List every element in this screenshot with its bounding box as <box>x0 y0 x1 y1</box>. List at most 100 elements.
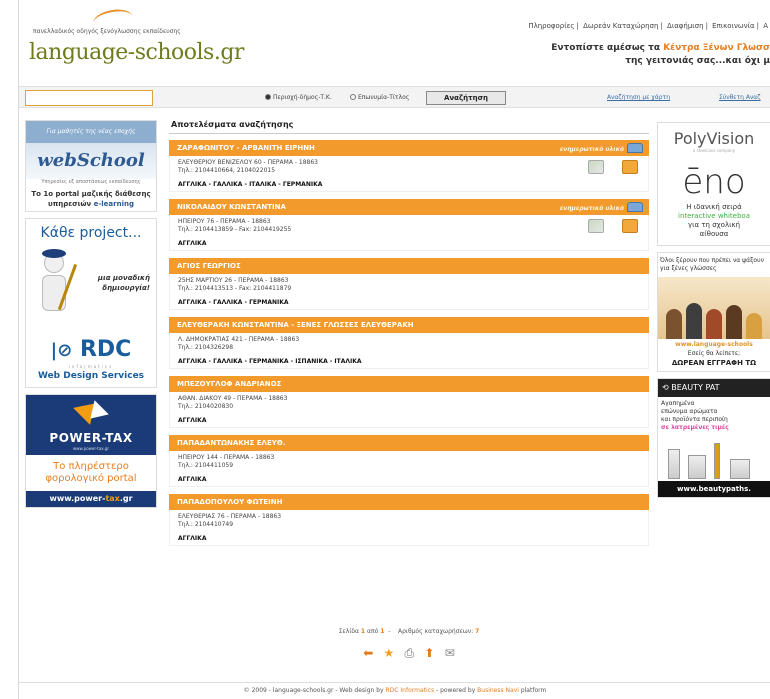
result-address: ΗΠΕΙΡΟΥ 144 - ΠΕΡΑΜΑ - 18863 <box>178 454 275 461</box>
ls-question: Εσείς θα λείπετε; <box>687 350 741 357</box>
pager-count: 7 <box>475 628 480 635</box>
webschool-top: Για μαθητές της νέας εποχής <box>26 121 156 143</box>
result-name[interactable]: ΠΑΠΑΔΑΝΤΩΝΑΚΗΣ ΕΛΕΥΘ. <box>177 439 285 447</box>
powertax-bottom: www.power-tax.gr <box>26 491 156 507</box>
up-arrow-icon[interactable]: ⬆ <box>424 646 434 660</box>
favorite-star-icon[interactable]: ★ <box>384 646 395 660</box>
result-name[interactable]: ΖΑΡΑΦΩΝΙΤΟΥ - ΑΡΒΑΝΙΤΗ ΕΙΡΗΝΗ <box>177 144 315 152</box>
ls-banner-text: Όλοι ξέρουν που πρέπει να ψάξουν για ξέν… <box>660 257 764 272</box>
result-body: ΑΘΑΝ. ΔΙΑΚΟΥ 49 - ΠΕΡΑΜΑ - 18863 Τηλ.: 2… <box>169 392 649 428</box>
result-header[interactable]: ΜΠΕΖΟΥΓΛΟΦ ΑΝΔΡΙΑΝΟΣ <box>169 376 649 392</box>
powertax-top: POWER-TAX www.power-tax.gr <box>26 395 156 455</box>
beautypaths-title: ⟲ BEAUTY PAT <box>658 379 770 397</box>
result-header[interactable]: ΝΙΚΟΛΑΙΔΟΥ ΚΩΝΣΤΑΝΤΙΝΑ ενημερωτικό υλικό <box>169 199 649 215</box>
rdc-text: Web Design Services <box>37 371 145 381</box>
radio-area[interactable]: Περιοχή-δήμος-Τ.Κ. <box>265 94 332 101</box>
result-header[interactable]: ΑΓΙΟΣ ΓΕΩΡΓΙΟΣ <box>169 258 649 274</box>
beautypaths-url: www.beautypaths. <box>658 481 770 497</box>
result-languages: ΑΓΓΛΙΚΑ <box>178 476 207 483</box>
top-link-free-listing[interactable]: Δωρεάν Καταχώρηση <box>583 22 658 30</box>
footer-business-navi-link[interactable]: Business Navi <box>477 687 519 694</box>
result-address: ΑΘΑΝ. ΔΙΑΚΟΥ 49 - ΠΕΡΑΜΑ - 18863 <box>178 395 288 402</box>
print-icon[interactable]: ⎙ <box>405 646 415 661</box>
result-name[interactable]: ΝΙΚΟΛΑΙΔΟΥ ΚΩΝΣΤΑΝΤΙΝΑ <box>177 203 286 211</box>
map-search-link[interactable]: Αναζήτηση με χάρτη <box>607 94 670 101</box>
footer-rdc-link[interactable]: RDC Informatics <box>386 687 435 694</box>
polyvision-text-1: Η ιδανική σειρά <box>686 203 742 211</box>
result-phone: Τηλ.: 2104326298 <box>178 344 234 351</box>
send-email-icon[interactable]: ✉ <box>445 646 455 660</box>
webschool-text: Το 1ο portal μαζικής διάθεσης υπηρεσιών … <box>26 187 156 211</box>
ls-url: www.language-schools <box>675 341 753 348</box>
result-header[interactable]: ΖΑΡΑΦΩΝΙΤΟΥ - ΑΡΒΑΝΙΤΗ ΕΙΡΗΝΗ ενημερωτικό… <box>169 140 649 156</box>
powertax-banner[interactable]: POWER-TAX www.power-tax.gr Το πληρέστερο… <box>25 394 157 508</box>
perfume-bottle-icon <box>688 455 706 479</box>
result-body: ΗΠΕΙΡΟΥ 76 - ΠΕΡΑΜΑ - 18863 Τηλ.: 210441… <box>169 215 649 251</box>
radio-area-label: Περιοχή-δήμος-Τ.Κ. <box>273 94 332 101</box>
chat-icon[interactable] <box>622 219 638 233</box>
pager-total-pages: 1 <box>380 628 385 635</box>
left-banners: Για μαθητές της νέας εποχής webSchool Υπ… <box>25 120 157 514</box>
result-header[interactable]: ΠΑΠΑΔΑΝΤΩΝΑΚΗΣ ΕΛΕΥΘ. <box>169 435 649 451</box>
language-schools-banner[interactable]: Όλοι ξέρουν που πρέπει να ψάξουν για ξέν… <box>657 252 770 372</box>
radio-unselected-icon[interactable] <box>350 94 356 100</box>
result-address: ΕΛΕΥΘΕΡΙΑΣ 76 - ΠΕΡΑΜΑ - 18863 <box>178 513 282 520</box>
powertax-text: Το πληρέστερο φορολογικό portal <box>26 455 156 491</box>
webschool-banner[interactable]: Για μαθητές της νέας εποχής webSchool Υπ… <box>25 120 157 212</box>
result-languages: ΑΓΓΛΙΚΑ <box>178 417 207 424</box>
result-header[interactable]: ΠΑΠΑΔΟΠΟΥΛΟΥ ΦΩΤΕΙΝΗ <box>169 494 649 510</box>
project-msg-1: μια μοναδική <box>97 274 150 282</box>
search-input[interactable] <box>25 90 153 106</box>
chat-icon[interactable] <box>622 160 638 174</box>
powertax-url: www.power-tax.gr <box>72 446 110 451</box>
radio-name-label: Επωνυμία-Τίτλος <box>358 94 410 101</box>
radio-selected-icon[interactable] <box>265 94 271 100</box>
pager-of-label: από <box>367 628 379 635</box>
result-body: Λ. ΔΗΜΟΚΡΑΤΙΑΣ 421 - ΠΕΡΑΜΑ - 18863 Τηλ.… <box>169 333 649 369</box>
webschool-text-3: e-learning <box>93 200 134 208</box>
result-name[interactable]: ΕΛΕΥΘΕΡΑΚΗ ΚΩΝΣΤΑΝΤΙΝΑ - ΞΕΝΕΣ ΓΛΩΣΣΕΣ Ε… <box>177 321 414 329</box>
polyvision-banner[interactable]: PolyVision a steelcase company ēno Η ιδα… <box>657 122 770 246</box>
beautypaths-banner[interactable]: ⟲ BEAUTY PAT Αγαπημένα επώνυμα αρώματα κ… <box>657 378 770 498</box>
site-logo[interactable]: language-schools.gr <box>29 40 244 65</box>
result-item: ΑΓΙΟΣ ΓΕΩΡΓΙΟΣ 25ΗΣ ΜΑΡΤΙΟΥ 26 - ΠΕΡΑΜΑ … <box>169 258 649 310</box>
map-icon[interactable] <box>588 160 604 174</box>
top-link-cut[interactable]: Α <box>763 22 768 30</box>
results-title: Αποτελέσματα αναζήτησης <box>169 120 649 134</box>
bp-text-3: και προϊόντα περιποίη <box>661 416 728 423</box>
bp-text-2: επώνυμα αρώματα <box>661 408 718 415</box>
webschool-sub: Υπηρεσίες εξ αποστάσεως εκπαίδευσης <box>41 179 141 185</box>
result-languages: ΑΓΓΛΙΚΑ - ΓΑΛΛΙΚΑ - ΙΤΑΛΙΚΑ - ΓΕΡΜΑΝΙΚΑ <box>178 181 323 188</box>
top-link-contact[interactable]: Επικοινωνία <box>712 22 754 30</box>
project-banner[interactable]: Κάθε project... μια μοναδική δημιουργία!… <box>25 218 157 388</box>
pager-current-page[interactable]: 1 <box>361 628 365 635</box>
top-link-info[interactable]: Πληροφορίες <box>528 22 574 30</box>
beautypaths-title-text: BEAUTY PAT <box>671 383 720 392</box>
book-icon <box>627 143 643 153</box>
lipstick-icon <box>714 443 720 479</box>
back-arrow-icon[interactable]: ⬅ <box>363 646 373 660</box>
result-header[interactable]: ΕΛΕΥΘΕΡΑΚΗ ΚΩΝΣΤΑΝΤΙΝΑ - ΞΕΝΕΣ ΓΛΩΣΣΕΣ Ε… <box>169 317 649 333</box>
result-item: ΠΑΠΑΔΑΝΤΩΝΑΚΗΣ ΕΛΕΥΘ. ΗΠΕΙΡΟΥ 144 - ΠΕΡΑ… <box>169 435 649 487</box>
top-link-advertise[interactable]: Διαφήμιση <box>667 22 704 30</box>
student-figure <box>746 313 762 339</box>
result-icons <box>570 219 638 235</box>
students-photo <box>658 277 770 339</box>
project-msg-2: δημιουργία! <box>102 284 150 292</box>
polyvision-text-3a: για τη σχολική <box>687 221 741 229</box>
student-figure <box>706 309 722 339</box>
page: πανελλαδικός οδηγός ξενόγλωσσης εκπαίδευ… <box>18 0 770 699</box>
result-name[interactable]: ΠΑΠΑΔΟΠΟΥΛΟΥ ΦΩΤΕΙΝΗ <box>177 498 282 506</box>
search-button[interactable]: Αναζήτηση <box>426 91 506 105</box>
result-name[interactable]: ΜΠΕΖΟΥΓΛΟΦ ΑΝΔΡΙΑΝΟΣ <box>177 380 281 388</box>
result-name[interactable]: ΑΓΙΟΣ ΓΕΩΡΓΙΟΣ <box>177 262 241 270</box>
webschool-logo: webSchool <box>26 143 156 179</box>
map-icon[interactable] <box>588 219 604 233</box>
advanced-search-link[interactable]: Σύνθετη Αναζ <box>719 94 761 101</box>
polyvision-text-3: για τη σχολική αίθουσα <box>658 221 770 245</box>
pager: Σελίδα 1 από 1 - Αριθμός καταχωρήσεων: 7 <box>338 628 480 635</box>
result-phone: Τηλ.: 2104410749 <box>178 521 234 528</box>
powertax-text-1: Το πληρέστερο <box>53 461 129 472</box>
radio-name[interactable]: Επωνυμία-Τίτλος <box>350 94 409 101</box>
promo-prefix: Εντοπίστε αμέσως τα <box>551 43 664 53</box>
